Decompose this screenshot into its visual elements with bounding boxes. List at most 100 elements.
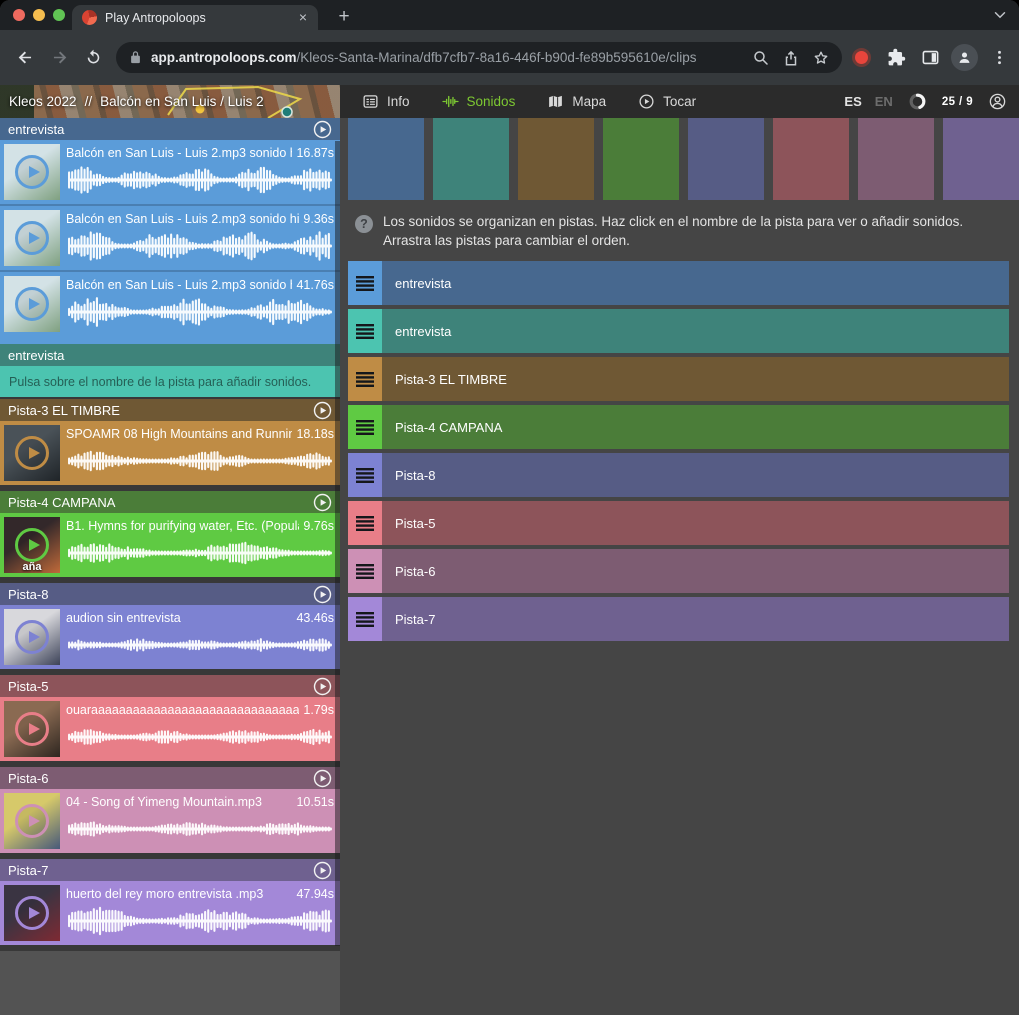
clip-play-button[interactable] — [15, 221, 49, 255]
nav-item-mapa[interactable]: Mapa — [547, 93, 606, 110]
track-color-swatch[interactable] — [603, 118, 679, 200]
browser-menu-kebab-icon[interactable] — [982, 41, 1016, 75]
nav-item-tocar[interactable]: Tocar — [638, 93, 696, 110]
track-header[interactable]: Pista-4 CAMPANA — [0, 491, 340, 513]
track-color-swatch[interactable] — [518, 118, 594, 200]
audio-clip[interactable]: huerto del rey moro entrevista .mp347.94… — [0, 881, 340, 945]
drag-handle[interactable] — [348, 549, 382, 593]
zoom-window-button[interactable] — [53, 9, 65, 21]
track-row[interactable]: entrevista — [348, 309, 1009, 353]
track-color-swatch[interactable] — [943, 118, 1019, 200]
clip-title: huerto del rey moro entrevista .mp3 — [66, 887, 292, 901]
back-button[interactable] — [8, 41, 42, 75]
clip-play-button[interactable] — [15, 528, 49, 562]
track-play-button[interactable] — [313, 585, 332, 604]
track-play-button[interactable] — [313, 401, 332, 420]
track-header[interactable]: entrevista — [0, 344, 340, 366]
nav-item-sonidos[interactable]: Sonidos — [442, 93, 516, 110]
share-icon[interactable] — [776, 44, 806, 72]
side-panel-icon[interactable] — [913, 41, 947, 75]
drag-handle[interactable] — [348, 501, 382, 545]
drag-handle[interactable] — [348, 261, 382, 305]
clip-play-button[interactable] — [15, 436, 49, 470]
site-favicon-icon — [82, 10, 97, 25]
drag-handle[interactable] — [348, 453, 382, 497]
sidebar-scrollbar[interactable] — [335, 141, 340, 946]
drag-handle[interactable] — [348, 309, 382, 353]
track-row[interactable]: Pista-3 EL TIMBRE — [348, 357, 1009, 401]
drag-handle[interactable] — [348, 357, 382, 401]
track-color-swatch[interactable] — [858, 118, 934, 200]
audio-clip[interactable]: SPOAMR 08 High Mountains and Running ...… — [0, 421, 340, 485]
track-row[interactable]: Pista-4 CAMPANA — [348, 405, 1009, 449]
audio-clip[interactable]: 04 - Song of Yimeng Mountain.mp310.51s — [0, 789, 340, 853]
track-row[interactable]: Pista-8 — [348, 453, 1009, 497]
audio-clip[interactable]: audion sin entrevista43.46s — [0, 605, 340, 669]
track-play-button[interactable] — [313, 861, 332, 880]
track-header[interactable]: Pista-6 — [0, 767, 340, 789]
track-header[interactable]: Pista-5 — [0, 675, 340, 697]
extensions-puzzle-icon[interactable] — [879, 41, 913, 75]
clip-play-button[interactable] — [15, 155, 49, 189]
track-row-body[interactable]: Pista-4 CAMPANA — [382, 405, 1009, 449]
track-row[interactable]: Pista-5 — [348, 501, 1009, 545]
track-header[interactable]: Pista-8 — [0, 583, 340, 605]
audio-clip[interactable]: Balcón en San Luis - Luis 2.mp3 sonido h… — [0, 140, 340, 204]
track-header[interactable]: Pista-7 — [0, 859, 340, 881]
profile-avatar[interactable] — [951, 44, 978, 71]
track-header[interactable]: Pista-3 EL TIMBRE — [0, 399, 340, 421]
breadcrumb-project[interactable]: Kleos 2022 — [9, 94, 77, 109]
address-bar[interactable]: app.antropoloops.com/Kleos-Santa-Marina/… — [116, 42, 842, 73]
track-row-body[interactable]: Pista-5 — [382, 501, 1009, 545]
clip-waveform — [66, 292, 334, 332]
drag-handle[interactable] — [348, 405, 382, 449]
track-color-swatch[interactable] — [433, 118, 509, 200]
track-row[interactable]: entrevista — [348, 261, 1009, 305]
track-play-button[interactable] — [313, 769, 332, 788]
track-name: entrevista — [8, 122, 64, 137]
track-color-swatch[interactable] — [348, 118, 424, 200]
track-color-swatch[interactable] — [688, 118, 764, 200]
track-row-body[interactable]: Pista-7 — [382, 597, 1009, 641]
minimize-window-button[interactable] — [33, 9, 45, 21]
clip-play-button[interactable] — [15, 896, 49, 930]
track-row[interactable]: Pista-6 — [348, 549, 1009, 593]
close-window-button[interactable] — [13, 9, 25, 21]
lang-en-button[interactable]: EN — [875, 94, 893, 109]
project-map-thumbnail[interactable]: Kleos 2022 // Balcón en San Luis / Luis … — [0, 85, 340, 118]
bookmark-star-icon[interactable] — [806, 44, 836, 72]
clip-play-button[interactable] — [15, 287, 49, 321]
account-icon[interactable] — [988, 92, 1007, 111]
forward-button[interactable] — [42, 41, 76, 75]
audio-clip[interactable]: ouaraaaaaaaaaaaaaaaaaaaaaaaaaaaaaaaaaaaa… — [0, 697, 340, 761]
clip-play-button[interactable] — [15, 712, 49, 746]
audio-clip[interactable]: Balcón en San Luis - Luis 2.mp3 sonido h… — [0, 204, 340, 270]
zoom-level-icon[interactable] — [746, 44, 776, 72]
track-play-button[interactable] — [313, 120, 332, 139]
track-row-body[interactable]: Pista-3 EL TIMBRE — [382, 357, 1009, 401]
tab-search-chevron-icon[interactable] — [991, 6, 1009, 24]
track-row-body[interactable]: Pista-6 — [382, 549, 1009, 593]
clip-play-button[interactable] — [15, 620, 49, 654]
track-row-body[interactable]: Pista-8 — [382, 453, 1009, 497]
track-play-button[interactable] — [313, 493, 332, 512]
browser-tab[interactable]: Play Antropoloops × — [72, 5, 318, 30]
track-play-button[interactable] — [313, 677, 332, 696]
clip-content: huerto del rey moro entrevista .mp347.94… — [60, 881, 340, 945]
lock-icon[interactable] — [128, 50, 143, 65]
lang-es-button[interactable]: ES — [844, 94, 861, 109]
drag-handle[interactable] — [348, 597, 382, 641]
audio-clip[interactable]: añaB1. Hymns for purifying water, Etc. (… — [0, 513, 340, 577]
audio-clip[interactable]: Balcón en San Luis - Luis 2.mp3 sonido h… — [0, 270, 340, 336]
track-row-body[interactable]: entrevista — [382, 309, 1009, 353]
track-row-body[interactable]: entrevista — [382, 261, 1009, 305]
track-header[interactable]: entrevista — [0, 118, 340, 140]
new-tab-button[interactable]: + — [331, 4, 357, 30]
recording-extension-icon[interactable] — [852, 48, 871, 67]
track-row[interactable]: Pista-7 — [348, 597, 1009, 641]
tab-close-icon[interactable]: × — [294, 9, 312, 27]
reload-button[interactable] — [76, 41, 110, 75]
nav-item-info[interactable]: Info — [362, 93, 410, 110]
track-color-swatch[interactable] — [773, 118, 849, 200]
clip-play-button[interactable] — [15, 804, 49, 838]
